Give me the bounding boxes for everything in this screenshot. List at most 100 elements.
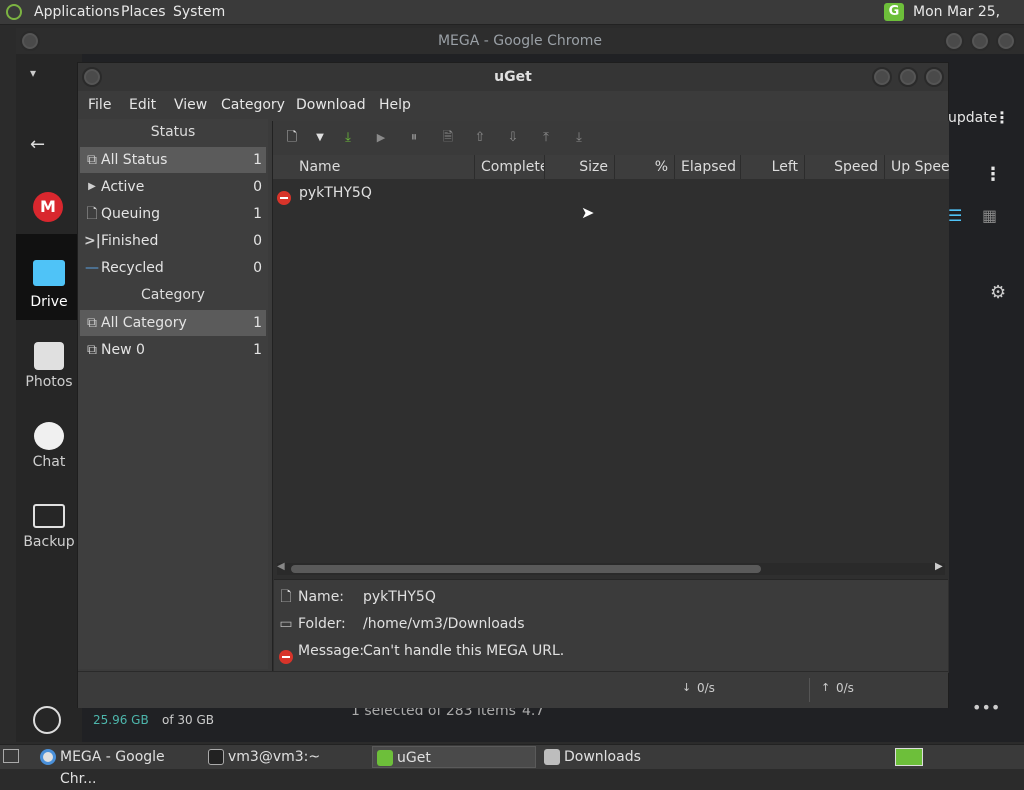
scroll-thumb[interactable] — [291, 565, 761, 573]
detail-name-value: pykTHY5Q — [363, 589, 436, 605]
task-downloads[interactable]: Downloads — [540, 746, 704, 768]
mega-logo-icon[interactable]: M — [33, 192, 63, 222]
update-label[interactable]: update — [948, 110, 997, 126]
move-up-icon[interactable]: ⇧ — [471, 129, 489, 147]
settings-gear-icon[interactable]: ⚙ — [990, 282, 1006, 303]
statusbar-divider — [809, 678, 810, 702]
status-queuing[interactable]: 🗋 Queuing 1 — [80, 201, 266, 227]
horizontal-scrollbar[interactable]: ◀ ▶ — [277, 561, 945, 575]
more-actions-icon[interactable]: ••• — [972, 698, 1000, 717]
finished-icon: >| — [84, 233, 101, 249]
folder-icon: ▭ — [279, 616, 293, 632]
uget-left-pane: Status ⧉ All Status 1 ▶ Active 0 🗋 Queui… — [78, 119, 268, 669]
properties-icon[interactable]: 🗎 — [439, 129, 457, 147]
uget-maximize-button[interactable] — [898, 67, 918, 87]
category-new-0[interactable]: ⧉ New 0 1 — [80, 337, 266, 363]
grid-view-icon[interactable]: ▦ — [982, 206, 997, 225]
column-complete[interactable]: Complete — [475, 155, 545, 179]
status-count: 1 — [253, 206, 262, 222]
uget-minimize-button[interactable] — [872, 67, 892, 87]
top-panel: Applications Places System G Mon Mar 25,… — [0, 0, 1024, 44]
status-label: Finished — [101, 233, 159, 249]
move-down-icon[interactable]: ⇩ — [504, 129, 522, 147]
status-recycled[interactable]: — Recycled 0 — [80, 255, 266, 281]
uget-menubar: File Edit View Category Download Help — [78, 91, 948, 119]
chrome-icon — [40, 749, 56, 765]
task-terminal[interactable]: vm3@vm3:~ — [204, 746, 368, 768]
sync-icon[interactable] — [33, 706, 61, 734]
uget-toolbar: 🗋 ▼ ⤓ ▶ ⏸ 🗎 ⇧ ⇩ ⤒ ⤓ — [273, 121, 949, 155]
chrome-minimize-button[interactable] — [944, 31, 964, 51]
menu-file[interactable]: File — [88, 91, 111, 119]
column-speed[interactable]: Speed — [805, 155, 885, 179]
task-uget[interactable]: uGet — [372, 746, 536, 768]
menu-download[interactable]: Download — [296, 91, 366, 119]
sidebar-item-drive[interactable]: Drive — [16, 234, 82, 320]
mega-kebab-icon[interactable]: ⋮ — [984, 164, 1002, 185]
column-left[interactable]: Left — [741, 155, 805, 179]
chrome-close-button[interactable] — [996, 31, 1016, 51]
new-download-icon[interactable]: 🗋 — [283, 129, 301, 147]
move-top-icon[interactable]: ⤒ — [537, 129, 555, 147]
pause-icon[interactable]: ⏸ — [405, 129, 423, 147]
error-icon — [277, 191, 291, 205]
list-view-icon[interactable]: ☰ — [948, 206, 962, 225]
batch-download-icon[interactable]: ⤓ — [339, 129, 357, 147]
uget-menu-button[interactable] — [82, 67, 102, 87]
category-header: Category — [141, 287, 205, 303]
category-label: All Category — [101, 315, 187, 331]
taskbar: MEGA - Google Chr... vm3@vm3:~ uGet Down… — [0, 744, 1024, 787]
column-header: Name Complete Size % Elapsed Left Speed … — [273, 155, 949, 180]
category-all[interactable]: ⧉ All Category 1 — [80, 310, 266, 336]
column-elapsed[interactable]: Elapsed — [675, 155, 741, 179]
chrome-kebab-icon[interactable]: ⋮ — [994, 108, 1010, 127]
menu-category[interactable]: Category — [221, 91, 285, 119]
all-status-icon: ⧉ — [87, 152, 97, 168]
new-dropdown-icon[interactable]: ▼ — [311, 129, 329, 147]
category-count: 1 — [253, 342, 262, 358]
start-icon[interactable]: ▶ — [372, 129, 390, 147]
system-logo-icon[interactable] — [6, 4, 22, 20]
up-arrow-icon: ↑ — [821, 681, 831, 694]
applications-menu[interactable]: Applications — [34, 0, 120, 24]
storage-total: of 30 GB — [162, 713, 214, 727]
column-size[interactable]: Size — [545, 155, 615, 179]
sidebar-item-chat[interactable]: Chat — [16, 420, 82, 480]
status-count: 1 — [253, 152, 262, 168]
task-label: MEGA - Google Chr... — [60, 749, 165, 787]
uget-tray-icon[interactable]: G — [884, 3, 904, 21]
status-finished[interactable]: >| Finished 0 — [80, 228, 266, 254]
move-bottom-icon[interactable]: ⤓ — [570, 129, 588, 147]
show-desktop-icon[interactable] — [3, 749, 19, 763]
back-arrow-icon[interactable]: ← — [30, 134, 45, 155]
sidebar-item-photos[interactable]: Photos — [16, 340, 82, 400]
chrome-maximize-button[interactable] — [970, 31, 990, 51]
column-percent[interactable]: % — [615, 155, 675, 179]
status-count: 0 — [253, 233, 262, 249]
detail-name-key: Name: — [298, 589, 345, 605]
uget-close-button[interactable] — [924, 67, 944, 87]
places-menu[interactable]: Places — [121, 0, 166, 24]
column-up-speed[interactable]: Up Spee — [885, 155, 949, 179]
workspace-switcher-icon[interactable] — [895, 748, 923, 766]
menu-help[interactable]: Help — [379, 91, 411, 119]
menu-view[interactable]: View — [174, 91, 207, 119]
clock[interactable]: Mon Mar 25, 15:54 — [913, 0, 1024, 44]
scroll-right-icon[interactable]: ▶ — [935, 561, 943, 572]
sidebar-item-backup[interactable]: Backup — [16, 500, 82, 560]
task-chrome[interactable]: MEGA - Google Chr... — [36, 746, 200, 787]
status-label: Recycled — [101, 260, 164, 276]
category-label: New 0 — [101, 342, 145, 358]
task-label: uGet — [397, 750, 431, 766]
error-icon — [279, 650, 293, 664]
menu-edit[interactable]: Edit — [129, 91, 156, 119]
chrome-menu-button[interactable] — [20, 31, 40, 51]
scroll-left-icon[interactable]: ◀ — [277, 561, 285, 572]
status-all[interactable]: ⧉ All Status 1 — [80, 147, 266, 173]
list-item[interactable]: pykTHY5Q — [273, 181, 949, 205]
system-menu[interactable]: System — [173, 0, 225, 24]
column-name[interactable]: Name — [293, 155, 475, 179]
status-active[interactable]: ▶ Active 0 — [80, 174, 266, 200]
tab-dropdown-icon[interactable]: ▾ — [30, 66, 36, 80]
chat-icon — [34, 422, 64, 450]
